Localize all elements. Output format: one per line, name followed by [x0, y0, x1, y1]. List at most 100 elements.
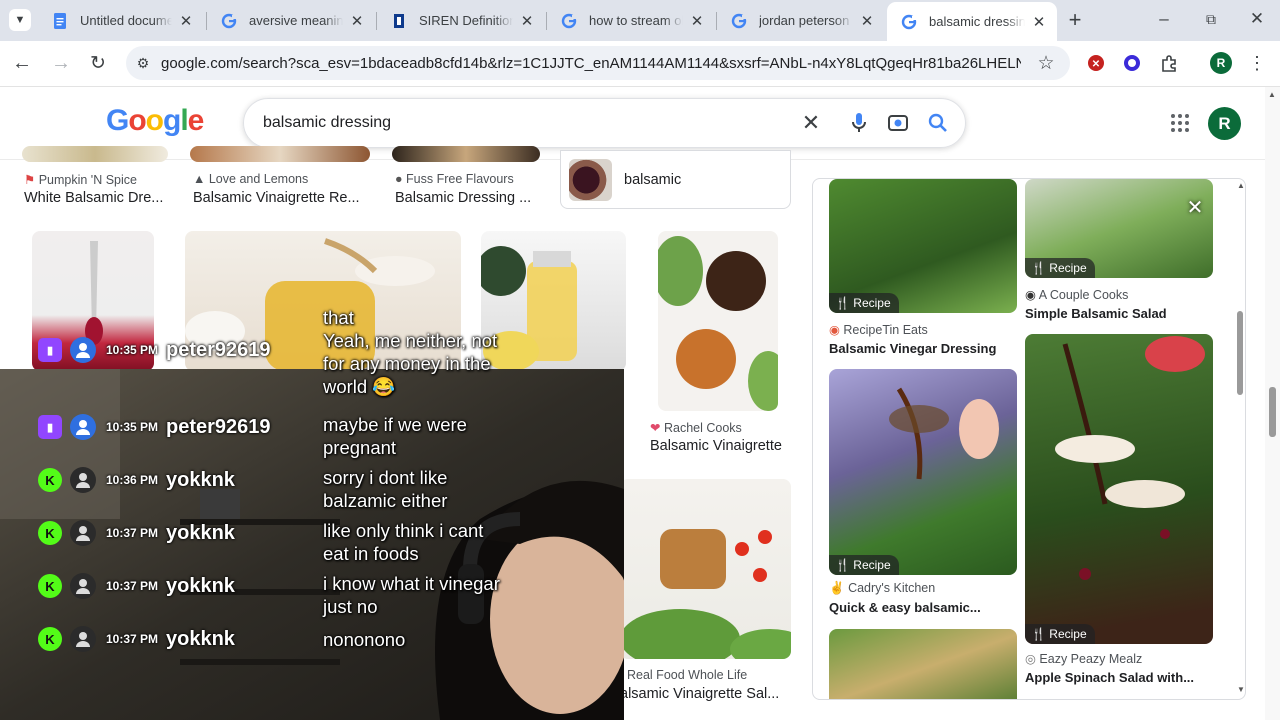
- image-side-panel: 🍴 Recipe ◉ RecipeTin Eats Balsamic Vineg…: [812, 178, 1246, 700]
- back-icon[interactable]: ←: [11, 52, 33, 74]
- profile-avatar[interactable]: R: [1210, 52, 1232, 74]
- result-title[interactable]: White Balsamic Dre...: [24, 190, 174, 206]
- result-image[interactable]: [481, 231, 626, 371]
- tab-untitled-document[interactable]: Untitled document ✕: [38, 4, 204, 37]
- extension-purple-icon[interactable]: [1121, 52, 1143, 74]
- utensils-icon: 🍴: [1031, 627, 1046, 641]
- panel-title[interactable]: Simple Balsamic Salad: [1025, 306, 1215, 321]
- recipe-badge: 🍴 Recipe: [1025, 258, 1095, 278]
- result-image[interactable]: [620, 479, 791, 659]
- close-panel-icon[interactable]: ✕: [1183, 195, 1207, 219]
- close-icon[interactable]: ✕: [859, 12, 875, 30]
- related-search-chip[interactable]: balsamic: [560, 150, 791, 209]
- lens-search-icon[interactable]: [887, 112, 909, 134]
- user-avatar-icon: [70, 467, 96, 493]
- result-image[interactable]: [22, 146, 168, 162]
- apps-grid-icon[interactable]: [1169, 112, 1191, 134]
- account-avatar[interactable]: R: [1208, 107, 1241, 140]
- result-title[interactable]: Balsamic Vinaigrette Re...: [193, 190, 373, 206]
- extension-red-icon[interactable]: ✕: [1085, 52, 1107, 74]
- result-title[interactable]: alsamic Vinaigrette Sal...: [620, 686, 790, 702]
- chat-row: K 10:36 PM yokknk: [38, 467, 235, 493]
- address-bar[interactable]: ⚙ google.com/search?sca_esv=1bdaceadb8cf…: [126, 46, 1070, 80]
- result-source[interactable]: ▲ Love and Lemons: [193, 172, 308, 186]
- google-icon: [731, 13, 747, 29]
- new-tab-icon[interactable]: +: [1064, 7, 1086, 32]
- page-scrollbar[interactable]: ▲: [1265, 87, 1280, 720]
- panel-image[interactable]: 🍴 Recipe: [829, 369, 1017, 575]
- voice-search-icon[interactable]: [848, 112, 870, 134]
- page-scroll-thumb[interactable]: [1269, 387, 1276, 437]
- tab-search-button[interactable]: ▼: [9, 9, 31, 31]
- result-source[interactable]: ⚑ Pumpkin 'N Spice: [24, 172, 137, 187]
- search-box[interactable]: balsamic dressing ✕: [243, 98, 966, 148]
- bookmark-star-icon[interactable]: ☆: [1035, 52, 1057, 74]
- extensions-puzzle-icon[interactable]: [1158, 52, 1180, 74]
- chat-message: like only think i cant eat in foods: [323, 520, 484, 564]
- reload-icon[interactable]: ↻: [87, 52, 109, 74]
- result-source[interactable]: Real Food Whole Life: [627, 668, 747, 682]
- panel-image[interactable]: 🍴 Recipe: [1025, 179, 1213, 278]
- tab-aversive-meaning[interactable]: aversive meaning - Google Search ✕: [207, 4, 375, 37]
- close-icon[interactable]: ✕: [519, 12, 535, 30]
- kick-icon: K: [38, 521, 62, 545]
- chat-message: sorry i dont like balzamic either: [323, 467, 448, 511]
- recipe-badge: 🍴 Recipe: [829, 555, 899, 575]
- result-image[interactable]: [658, 231, 778, 411]
- close-window-icon[interactable]: ✕: [1246, 8, 1268, 30]
- chat-message: i know what it vinegar just no: [323, 573, 500, 617]
- panel-source[interactable]: ◎ Eazy Peazy Mealz: [1025, 651, 1142, 666]
- result-image[interactable]: [392, 146, 540, 162]
- google-logo[interactable]: Google: [106, 104, 204, 138]
- utensils-icon: 🍴: [1031, 261, 1046, 275]
- panel-image[interactable]: 🍴 Recipe: [829, 179, 1017, 313]
- panel-scroll-thumb[interactable]: [1237, 311, 1243, 395]
- panel-image[interactable]: 🍴 Recipe: [1025, 334, 1213, 644]
- kick-icon: K: [38, 468, 62, 492]
- site-favicon-icon: ▲: [193, 172, 206, 186]
- search-input[interactable]: balsamic dressing: [263, 114, 391, 132]
- result-source[interactable]: ● Fuss Free Flavours: [395, 172, 514, 186]
- close-icon[interactable]: ✕: [689, 12, 705, 30]
- panel-title[interactable]: Balsamic Vinegar Dressing: [829, 341, 1019, 356]
- panel-source[interactable]: ◉ RecipeTin Eats: [829, 322, 928, 337]
- panel-source[interactable]: ◉ A Couple Cooks: [1025, 287, 1128, 302]
- dictionary-icon: [391, 13, 407, 29]
- close-icon[interactable]: ✕: [1031, 13, 1047, 31]
- result-image[interactable]: [190, 146, 370, 162]
- recipe-badge: 🍴 Recipe: [1025, 624, 1095, 644]
- tab-jordan-peterson[interactable]: jordan peterson quotes - Google Search ✕: [717, 4, 885, 37]
- user-avatar-icon: [70, 414, 96, 440]
- result-title[interactable]: Balsamic Vinaigrette: [650, 438, 800, 454]
- panel-title[interactable]: Apple Spinach Salad with...: [1025, 670, 1215, 685]
- panel-title[interactable]: Quick & easy balsamic...: [829, 600, 1019, 615]
- twitch-icon: ▮: [38, 415, 62, 439]
- site-favicon-icon: ✌: [829, 581, 845, 595]
- panel-image[interactable]: [829, 629, 1017, 699]
- panel-scrollbar[interactable]: ▲ ▼: [1234, 179, 1245, 699]
- site-favicon-icon: ⚑: [24, 173, 36, 187]
- kick-icon: K: [38, 627, 62, 651]
- chat-message: that Yeah, me neither, not for any money…: [323, 307, 498, 397]
- restore-icon[interactable]: ⧉: [1200, 8, 1222, 30]
- close-icon[interactable]: ✕: [349, 12, 365, 30]
- clear-search-icon[interactable]: ✕: [800, 110, 822, 135]
- tab-balsamic-dressing[interactable]: balsamic dressing - Google Search ✕: [887, 2, 1057, 41]
- chat-row: K 10:37 PM yokknk: [38, 573, 235, 599]
- result-title[interactable]: Balsamic Dressing ...: [395, 190, 545, 206]
- url-text[interactable]: google.com/search?sca_esv=1bdaceadb8cfd1…: [161, 55, 1021, 72]
- menu-kebab-icon[interactable]: ⋮: [1246, 52, 1268, 74]
- search-icon[interactable]: [927, 112, 949, 134]
- site-info-icon[interactable]: ⚙: [132, 52, 154, 74]
- panel-source[interactable]: ✌ Cadry's Kitchen: [829, 581, 935, 596]
- tab-stream-obs[interactable]: how to stream obs to kick - Google Searc…: [547, 4, 715, 37]
- tab-siren-definition[interactable]: SIREN Definition & Meaning ✕: [377, 4, 545, 37]
- user-avatar-icon: [70, 337, 96, 363]
- close-icon[interactable]: ✕: [178, 12, 194, 30]
- minimize-icon[interactable]: –: [1153, 8, 1175, 30]
- site-favicon-icon: ●: [395, 172, 403, 186]
- forward-icon[interactable]: →: [50, 52, 72, 74]
- utensils-icon: 🍴: [835, 558, 850, 572]
- result-source[interactable]: ❤ Rachel Cooks: [650, 420, 742, 435]
- site-favicon-icon: ◉: [1025, 288, 1036, 302]
